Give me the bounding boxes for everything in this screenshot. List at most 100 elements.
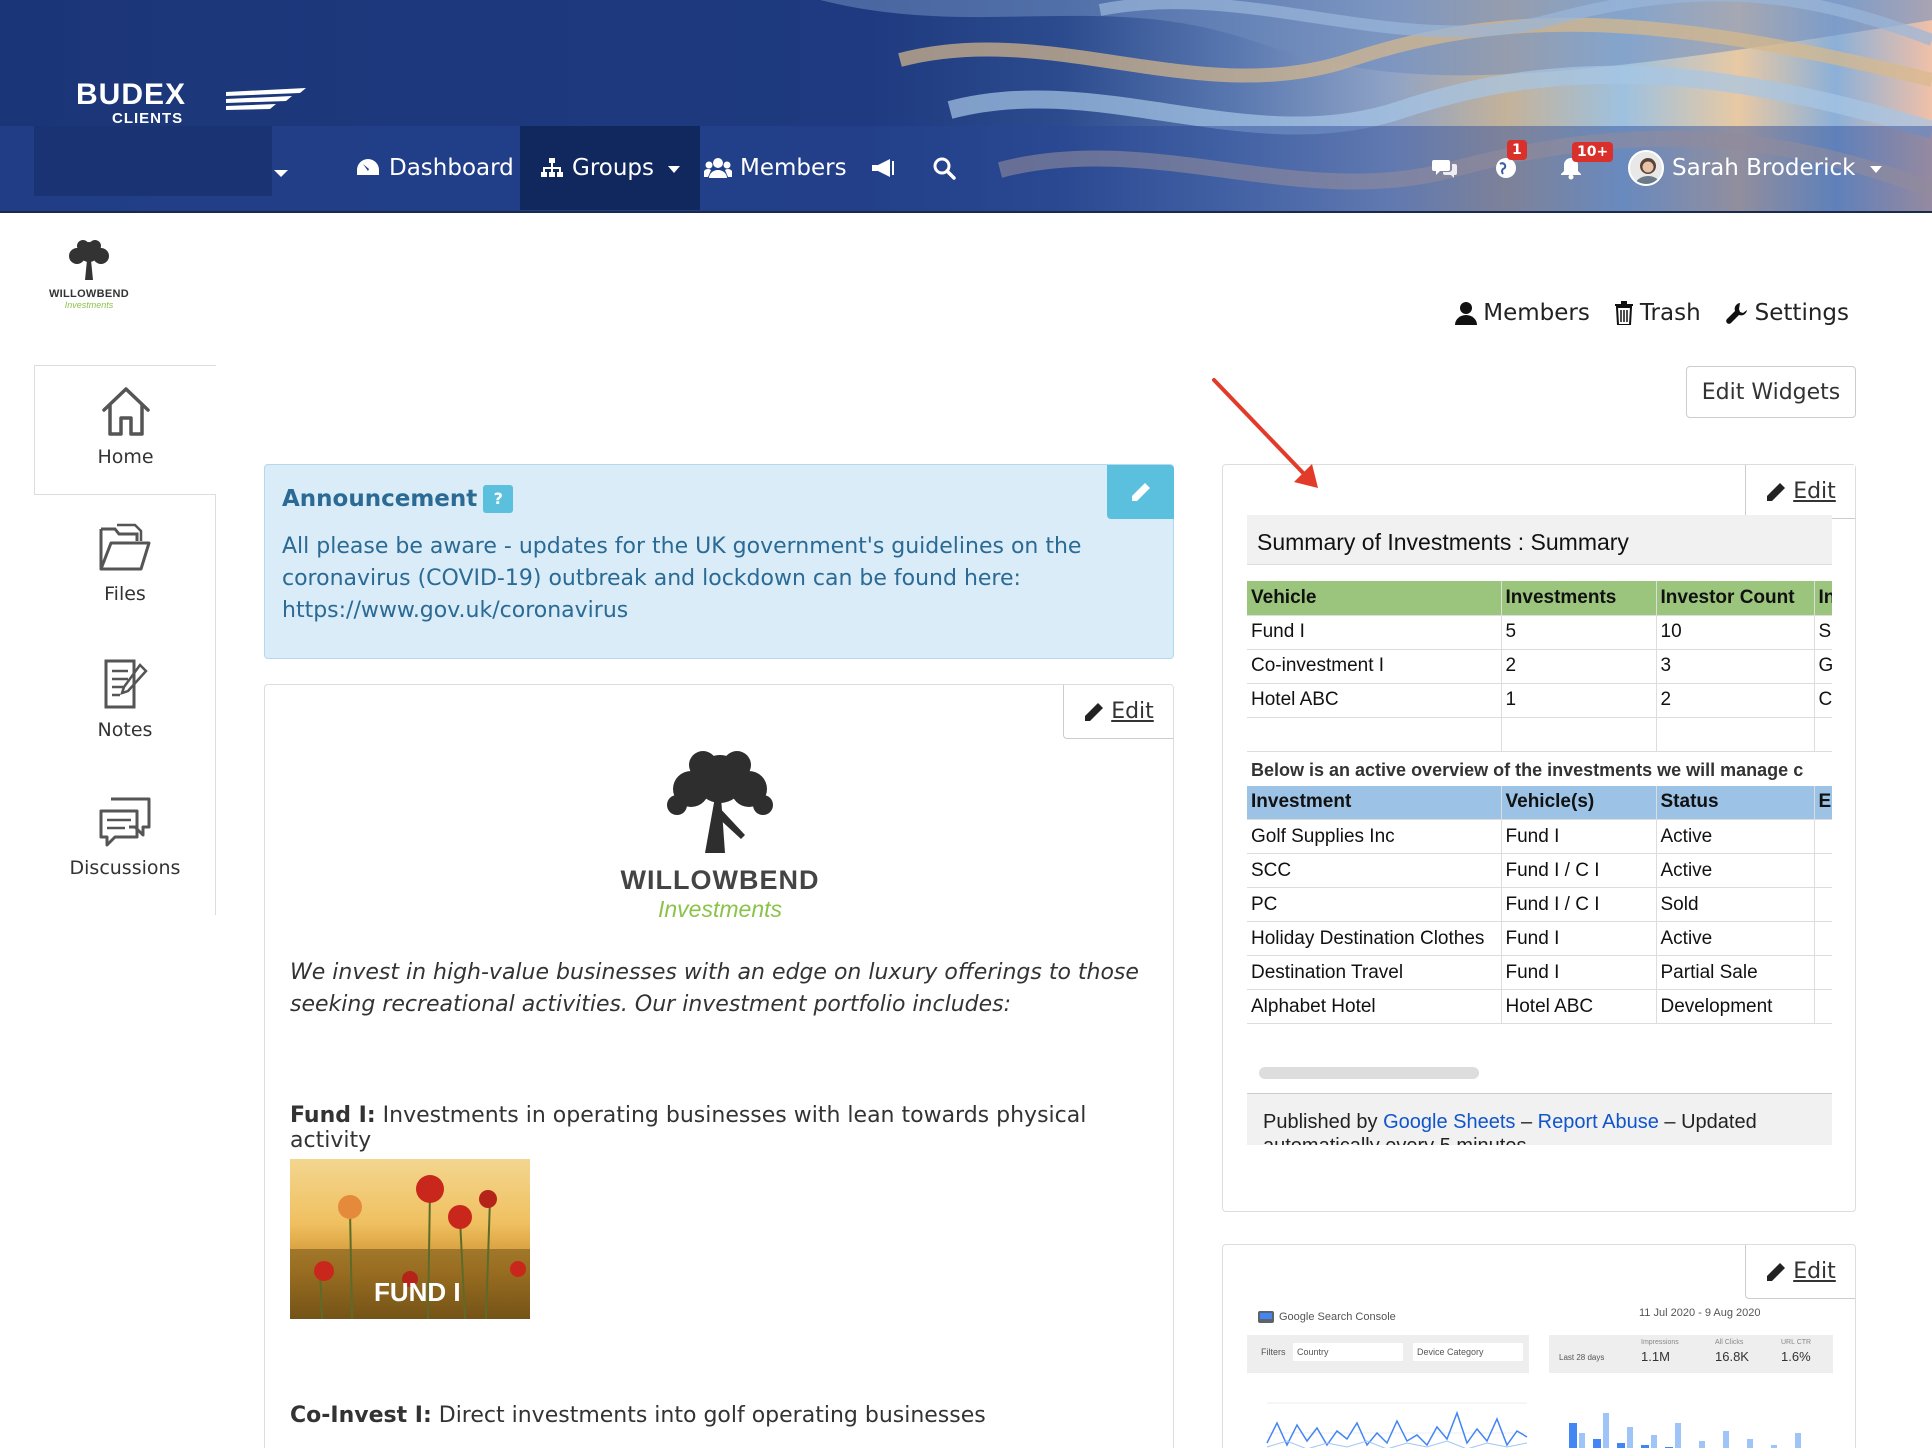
sheet-horizontal-scrollbar[interactable] <box>1259 1067 1479 1079</box>
table-cell <box>1814 819 1832 854</box>
investment-table: Investment Vehicle(s) Status E Golf Supp… <box>1247 785 1832 1024</box>
nav-members[interactable]: Members <box>704 126 847 210</box>
trash-action[interactable]: Trash <box>1614 300 1701 326</box>
report-abuse-link[interactable]: Report Abuse <box>1538 1111 1659 1133</box>
announcement-panel: Announcement ? All please be aware - upd… <box>264 464 1174 659</box>
summary-edit-label: Edit <box>1793 479 1836 504</box>
table-cell: Golf Supplies Inc <box>1247 819 1502 854</box>
table-cell <box>1814 989 1832 1024</box>
table-cell: 3 <box>1656 649 1815 684</box>
about-edit-button[interactable]: Edit <box>1063 685 1173 739</box>
table-row: Hotel ABC 1 2 C <box>1247 683 1832 718</box>
announcement-body: All please be aware - updates for the UK… <box>282 534 1082 591</box>
coinvest-line: Co-Invest I: Direct investments into gol… <box>290 1403 986 1428</box>
brand-box <box>34 126 272 196</box>
sitemap-icon <box>541 158 563 177</box>
table-cell <box>1814 921 1832 956</box>
announcement-edit-button[interactable] <box>1107 465 1174 519</box>
budex-logo[interactable]: BUDEX CLIENTS <box>76 78 306 128</box>
nav-search[interactable] <box>932 126 956 210</box>
brand-dropdown-caret-icon[interactable] <box>274 170 288 177</box>
fund-text: Investments in operating businesses with… <box>290 1103 1087 1153</box>
country-filter[interactable]: Country <box>1293 1343 1403 1361</box>
table-cell: Fund I <box>1501 819 1657 854</box>
users-icon <box>704 158 732 178</box>
device-filter[interactable]: Device Category <box>1413 1343 1523 1361</box>
user-photo-icon <box>1634 158 1662 184</box>
group-logo[interactable]: WILLOWBEND Investments <box>46 238 132 310</box>
table-header-cell: Status <box>1656 785 1815 820</box>
folder-open-icon <box>99 523 151 571</box>
page: { "header": { "logo_main": "BUDEX", "log… <box>0 0 1932 1448</box>
console-filters-bar: Filters Country Device Category <box>1247 1335 1529 1373</box>
tree-logo-icon <box>69 240 109 280</box>
user-menu[interactable]: Sarah Broderick <box>1628 150 1882 186</box>
table-header-row: Investment Vehicle(s) Status E <box>1247 785 1832 820</box>
table-cell: Hotel ABC <box>1247 683 1502 718</box>
edit-widgets-button[interactable]: Edit Widgets <box>1686 366 1856 418</box>
settings-action[interactable]: Settings <box>1725 300 1849 326</box>
nav-groups[interactable]: Groups <box>520 126 701 210</box>
announcement-link[interactable]: https://www.gov.uk/coronavirus <box>282 595 1112 627</box>
announcement-title: Announcement ? <box>282 485 514 513</box>
sidebar-item-label: Files <box>104 583 146 605</box>
home-icon <box>101 387 150 436</box>
sidebar-item-files[interactable]: Files <box>34 521 216 605</box>
about-widget: Edit WILLOWBEND Investments We invest in… <box>264 684 1174 1448</box>
chevron-down-icon <box>1869 166 1882 173</box>
table-cell: Sold <box>1656 887 1815 922</box>
members-action[interactable]: Members <box>1455 300 1590 326</box>
nav-dashboard-label: Dashboard <box>389 155 514 181</box>
embedded-sheet: Summary of Investments : Summary Vehicle… <box>1247 515 1832 1145</box>
published-by-text: Published by <box>1263 1111 1384 1133</box>
table-row: Golf Supplies Inc Fund I Active <box>1247 819 1832 854</box>
activity-button[interactable] <box>1494 126 1518 210</box>
sidebar-item-notes[interactable]: Notes <box>34 657 216 741</box>
table-row: SCC Fund I / C I Active <box>1247 853 1832 888</box>
nav-announcements[interactable] <box>870 126 896 210</box>
group-sidebar: Home Files Notes Discussions <box>34 365 216 915</box>
avatar <box>1628 150 1664 186</box>
table-row: Holiday Destination Clothes Fund I Activ… <box>1247 921 1832 956</box>
help-badge[interactable]: ? <box>483 485 514 513</box>
table-cell: 5 <box>1501 615 1657 650</box>
sidebar-item-discussions[interactable]: Discussions <box>34 795 216 879</box>
table-header-cell: Vehicle(s) <box>1501 785 1657 820</box>
table-cell: Development <box>1656 989 1815 1024</box>
members-action-label: Members <box>1483 300 1590 326</box>
logo-sub: CLIENTS <box>112 110 184 127</box>
notifications-badge: 10+ <box>1572 142 1614 162</box>
table-cell <box>1814 887 1832 922</box>
sidebar-item-home[interactable]: Home <box>34 365 216 495</box>
console-date-range[interactable]: 11 Jul 2020 - 9 Aug 2020 <box>1639 1307 1761 1319</box>
search-icon <box>933 157 956 180</box>
discussion-icon <box>99 797 151 847</box>
ctr-label: URL CTR <box>1781 1339 1812 1346</box>
tree-logo-icon <box>667 751 773 853</box>
table-cell: Fund I <box>1501 955 1657 990</box>
notifications-button[interactable] <box>1560 126 1582 210</box>
logo-streak-icon <box>226 88 306 110</box>
nav-dashboard[interactable]: Dashboard <box>355 126 514 210</box>
table-cell: Co-investment I <box>1247 649 1502 684</box>
table-cell <box>1247 717 1502 752</box>
logo-main: BUDEX <box>76 78 187 111</box>
google-sheets-link[interactable]: Google Sheets <box>1383 1111 1515 1133</box>
filters-label: Filters <box>1261 1347 1286 1357</box>
summary-edit-button[interactable]: Edit <box>1745 465 1855 519</box>
trash-action-label: Trash <box>1639 300 1701 326</box>
table-cell <box>1814 717 1832 752</box>
table-cell: S <box>1814 615 1832 650</box>
console-edit-button[interactable]: Edit <box>1745 1245 1855 1299</box>
table-cell: 2 <box>1656 683 1815 718</box>
user-name: Sarah Broderick <box>1672 155 1856 181</box>
chat-button[interactable] <box>1432 126 1458 210</box>
country-bar-chart <box>1569 1413 1801 1448</box>
impressions-line-chart <box>1266 1402 1528 1448</box>
footer-dash: – <box>1658 1111 1682 1133</box>
top-header: BUDEX CLIENTS Dashboard Groups Members 1… <box>0 0 1932 213</box>
table-cell: PC <box>1247 887 1502 922</box>
table-cell <box>1501 717 1657 752</box>
table-cell: Fund I / C I <box>1501 853 1657 888</box>
table-row: Co-investment I 2 3 G <box>1247 649 1832 684</box>
